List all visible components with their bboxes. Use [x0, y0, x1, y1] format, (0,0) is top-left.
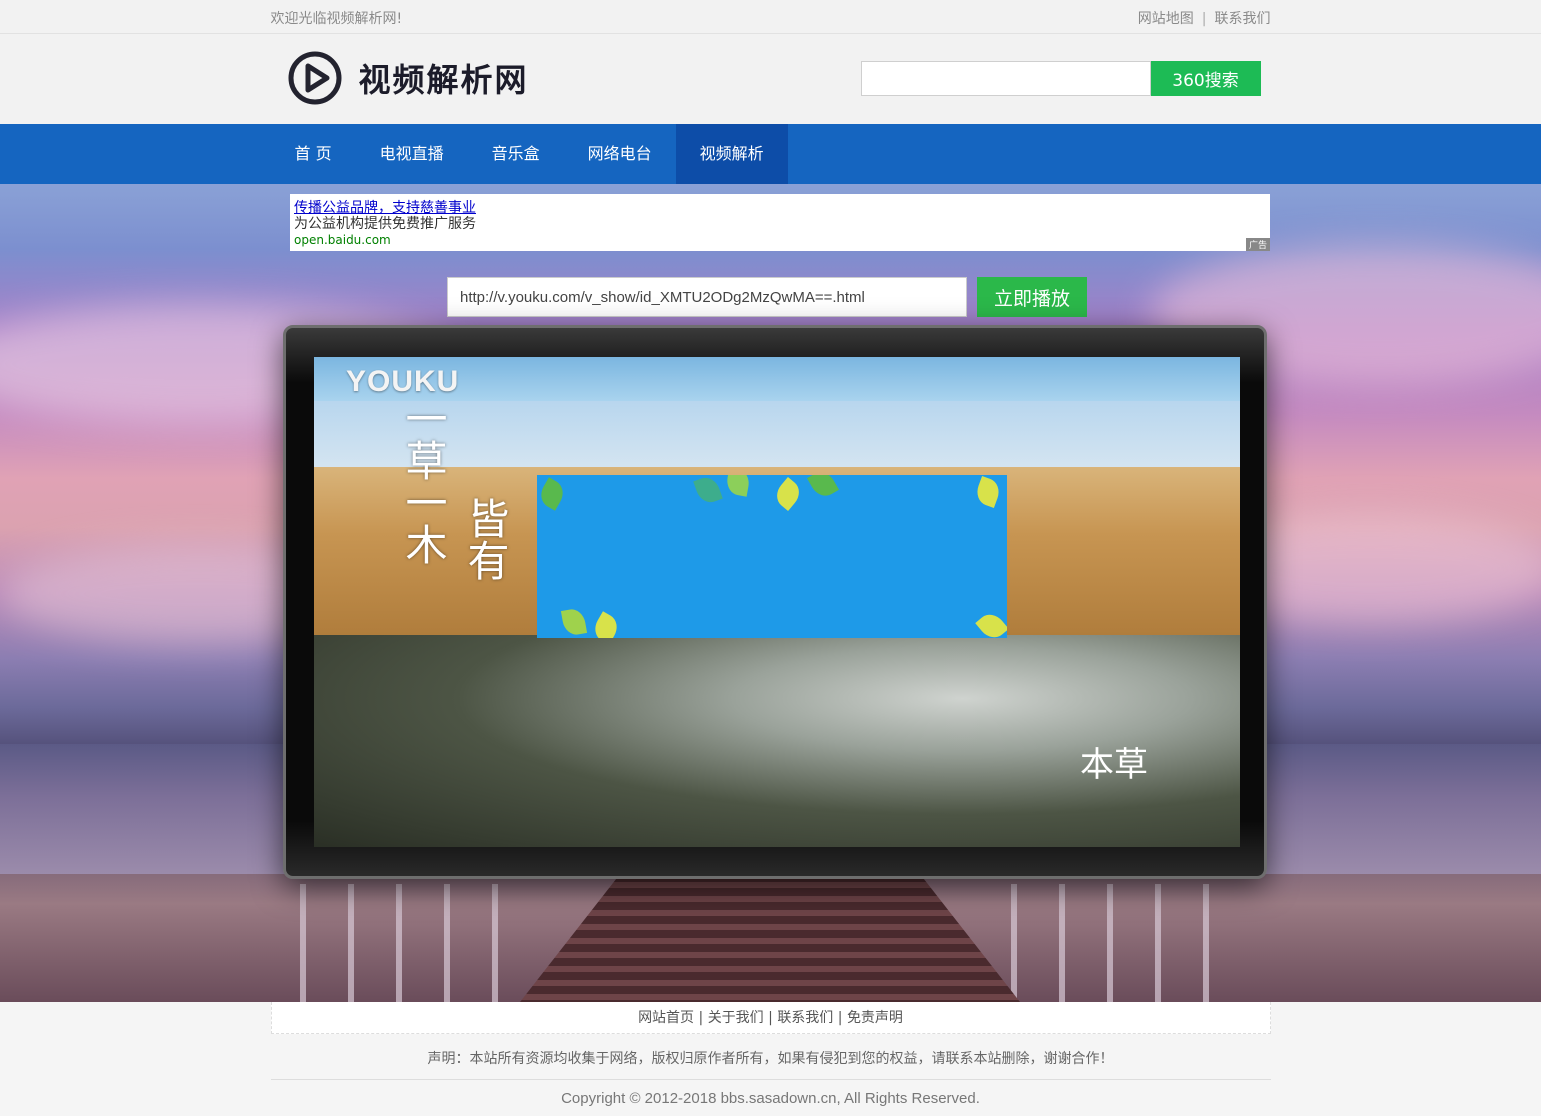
video-calligraphy-text: 皆有: [461, 497, 510, 581]
search-form: 360搜索: [860, 61, 1261, 96]
main-nav: 首 页 电视直播 音乐盒 网络电台 视频解析: [0, 124, 1541, 184]
leaf-decoration: [693, 475, 723, 506]
video-player-frame: YOUKU 一草一木 皆有 本草: [283, 325, 1267, 879]
leaf-decoration: [973, 476, 1003, 508]
video-calligraphy-text: 一草一木: [399, 397, 448, 565]
contact-link[interactable]: 联系我们: [1215, 11, 1271, 27]
welcome-text: 欢迎光临视频解析网!: [270, 11, 403, 27]
leaf-decoration: [560, 607, 588, 637]
nav-item-tv-live[interactable]: 电视直播: [356, 124, 468, 184]
ad-title-link[interactable]: 传播公益品牌，支持慈善事业: [294, 200, 476, 216]
ad-url[interactable]: open.baidu.com: [294, 232, 1266, 248]
nav-item-music-box[interactable]: 音乐盒: [468, 124, 564, 184]
nav-item-home[interactable]: 首 页: [271, 124, 356, 184]
background-railing: [300, 884, 530, 1002]
leaf-decoration: [724, 475, 752, 497]
site-logo[interactable]: 视频解析网: [287, 50, 529, 106]
search-button[interactable]: 360搜索: [1150, 61, 1261, 96]
footer-links: 网站首页 | 关于我们 | 联系我们 | 免责声明: [270, 1002, 1271, 1034]
top-links-separator: |: [1201, 11, 1207, 27]
hero-section: 传播公益品牌，支持慈善事业 为公益机构提供免费推广服务 open.baidu.c…: [0, 184, 1541, 1002]
youku-watermark: YOUKU: [346, 365, 460, 398]
footer-separator: |: [694, 1010, 708, 1026]
play-now-button[interactable]: 立即播放: [977, 277, 1087, 317]
footer-copyright: Copyright © 2012-2018 bbs.sasadown.cn, A…: [561, 1090, 980, 1107]
leaf-decoration: [975, 608, 1007, 638]
leaf-decoration: [806, 475, 840, 501]
ad-description: 为公益机构提供免费推广服务: [294, 216, 476, 232]
logo-text: 视频解析网: [358, 61, 529, 99]
play-circle-icon: [288, 51, 341, 105]
search-input[interactable]: [860, 61, 1151, 96]
ad-tag: 广告: [1245, 238, 1270, 251]
leaf-decoration: [771, 476, 805, 512]
footer-link-home[interactable]: 网站首页: [638, 1010, 694, 1026]
header: 视频解析网 360搜索: [0, 34, 1541, 124]
parse-form: 立即播放: [447, 277, 1087, 317]
video-screen[interactable]: YOUKU 一草一木 皆有 本草: [314, 357, 1240, 847]
footer-separator: |: [833, 1010, 847, 1026]
video-overlay-panel[interactable]: [537, 475, 1007, 638]
video-url-input[interactable]: [447, 277, 967, 317]
top-links: 网站地图 | 联系我们: [1138, 8, 1271, 28]
leaf-decoration: [537, 477, 569, 511]
background-railing: [1011, 884, 1241, 1002]
sitemap-link[interactable]: 网站地图: [1138, 11, 1194, 27]
video-brand-mark: 本草: [1080, 745, 1148, 785]
footer: 网站首页 | 关于我们 | 联系我们 | 免责声明 声明：本站所有资源均收集于网…: [0, 1002, 1541, 1107]
leaf-decoration: [589, 611, 623, 638]
top-bar: 欢迎光临视频解析网! 网站地图 | 联系我们: [0, 0, 1541, 34]
footer-link-contact[interactable]: 联系我们: [777, 1010, 833, 1026]
footer-separator: |: [763, 1010, 778, 1026]
nav-item-video-parse[interactable]: 视频解析: [675, 124, 788, 184]
footer-link-about[interactable]: 关于我们: [708, 1010, 764, 1026]
footer-notice: 声明：本站所有资源均收集于网络，版权归原作者所有，如果有侵犯到您的权益，请联系本…: [270, 1034, 1271, 1080]
nav-item-radio[interactable]: 网络电台: [564, 124, 676, 184]
footer-link-disclaimer[interactable]: 免责声明: [847, 1010, 903, 1026]
ad-banner[interactable]: 传播公益品牌，支持慈善事业 为公益机构提供免费推广服务 open.baidu.c…: [290, 194, 1270, 251]
background-dock: [520, 874, 1020, 1002]
